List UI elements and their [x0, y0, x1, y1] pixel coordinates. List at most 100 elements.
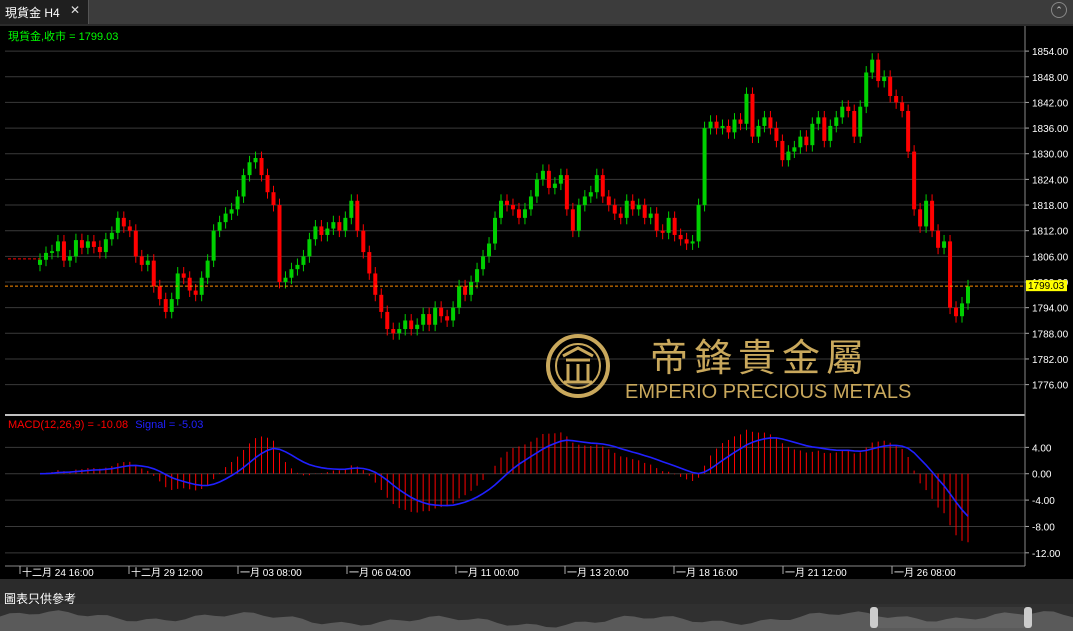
candle-body — [744, 93, 749, 124]
navigator-right-handle[interactable] — [1024, 607, 1032, 628]
price-chart[interactable]: 1854.00 1848.00 1842.00 1836.00 1830.00 1824.… — [0, 26, 1073, 579]
last-price-label: 1799.03 — [1028, 281, 1065, 292]
candle-body — [864, 72, 869, 107]
candle-body — [642, 205, 647, 218]
candle-body — [445, 316, 450, 321]
candle-body — [331, 222, 336, 229]
candle-body — [439, 307, 444, 317]
candle-body — [606, 196, 611, 206]
macd-tick-label: -4.00 — [1032, 496, 1055, 507]
macd-tick-label: 0.00 — [1032, 470, 1052, 481]
close-icon[interactable]: ✕ — [70, 3, 80, 17]
candle-body — [55, 241, 60, 252]
time-tick-label: 一月 26 08:00 — [894, 567, 956, 579]
candle-body — [816, 117, 821, 124]
candle-body — [265, 175, 270, 193]
candle-body — [828, 125, 833, 141]
candle-body — [858, 106, 863, 137]
candle-body — [522, 209, 527, 218]
time-tick-label: 一月 18 16:00 — [676, 567, 738, 579]
price-tick-label: 1842.00 — [1032, 98, 1069, 109]
candle-body — [582, 196, 587, 206]
candle-body — [954, 307, 959, 317]
candle-body — [600, 175, 605, 197]
candle-body — [840, 106, 845, 118]
candle-body — [427, 314, 432, 325]
candle-body — [588, 192, 593, 197]
candle-body — [876, 59, 881, 82]
candle-body — [493, 217, 498, 244]
price-tick-label: 1836.00 — [1032, 124, 1069, 135]
collapse-icon[interactable]: ⌃ — [1051, 2, 1067, 18]
candle-body — [678, 234, 683, 240]
macd-legend-text: MACD(12,26,9) = -10.08 — [8, 419, 128, 431]
candle-body — [169, 299, 174, 312]
candle-body — [690, 241, 695, 244]
candle-body — [463, 286, 468, 295]
candle-body — [211, 230, 216, 261]
candle-body — [672, 217, 677, 235]
candle-body — [546, 170, 551, 188]
candle-body — [397, 329, 402, 334]
candle-body — [409, 320, 414, 330]
navigator-window[interactable] — [878, 607, 1024, 628]
candle-body — [301, 256, 306, 265]
candle-body — [367, 252, 372, 274]
candle-body — [385, 311, 390, 330]
candle-body — [319, 226, 324, 235]
candle-body — [247, 162, 252, 176]
navigator-left-handle[interactable] — [870, 607, 878, 628]
watermark-english: EMPERIO PRECIOUS METALS — [625, 381, 911, 403]
candle-body — [786, 151, 791, 161]
candle-body — [894, 96, 899, 103]
candle-body — [133, 230, 138, 257]
candle-body — [768, 117, 773, 129]
tab-bar: 現貨金 H4 ✕ ⌃ — [0, 0, 1073, 24]
candle-body — [660, 230, 665, 233]
price-tick-label: 1776.00 — [1032, 381, 1069, 392]
candle-body — [487, 243, 492, 257]
candle-body — [948, 241, 953, 308]
candle-body — [481, 256, 486, 270]
macd-legend: MACD(12,26,9) = -10.08 Signal = -5.03 — [8, 419, 203, 431]
candle-body — [391, 329, 396, 334]
candle-body — [738, 119, 743, 124]
candle-body — [780, 140, 785, 161]
candle-body — [942, 241, 947, 248]
candle-body — [702, 128, 707, 206]
candle-body — [451, 307, 456, 321]
price-legend: 現貨金,收市 = 1799.03 — [8, 29, 118, 43]
candle-body — [846, 106, 851, 111]
candle-body — [504, 200, 509, 206]
watermark-chinese: 帝鋒貴金屬 — [650, 336, 870, 380]
candle-body — [145, 260, 150, 265]
candle-body — [924, 200, 929, 227]
time-tick-label: 一月 06 04:00 — [349, 567, 411, 579]
candle-body — [930, 200, 935, 231]
candle-body — [912, 151, 917, 210]
candle-body — [415, 324, 420, 330]
macd-tick-label: 4.00 — [1032, 443, 1052, 454]
candle-body — [49, 251, 54, 253]
candle-body — [289, 269, 294, 278]
candle-body — [774, 128, 779, 141]
candle-body — [43, 252, 48, 260]
candle-body — [349, 200, 354, 218]
candle-body — [121, 217, 126, 227]
candle-body — [792, 147, 797, 152]
tab-spot-gold-h4[interactable]: 現貨金 H4 ✕ — [0, 0, 89, 24]
candle-body — [882, 76, 887, 82]
navigator[interactable] — [0, 604, 1073, 631]
price-tick-label: 1782.00 — [1032, 355, 1069, 366]
candle-body — [253, 158, 258, 163]
candle-body — [900, 102, 905, 111]
candle-body — [654, 213, 659, 231]
candle-body — [151, 260, 156, 287]
candle-body — [618, 213, 623, 218]
candle-body — [750, 93, 755, 137]
time-tick-label: 一月 11 00:00 — [458, 567, 519, 579]
candle-body — [708, 121, 713, 129]
candle-body — [187, 277, 192, 291]
time-tick-label: 十二月 24 16:00 — [22, 566, 94, 579]
chart-background — [0, 26, 1073, 579]
